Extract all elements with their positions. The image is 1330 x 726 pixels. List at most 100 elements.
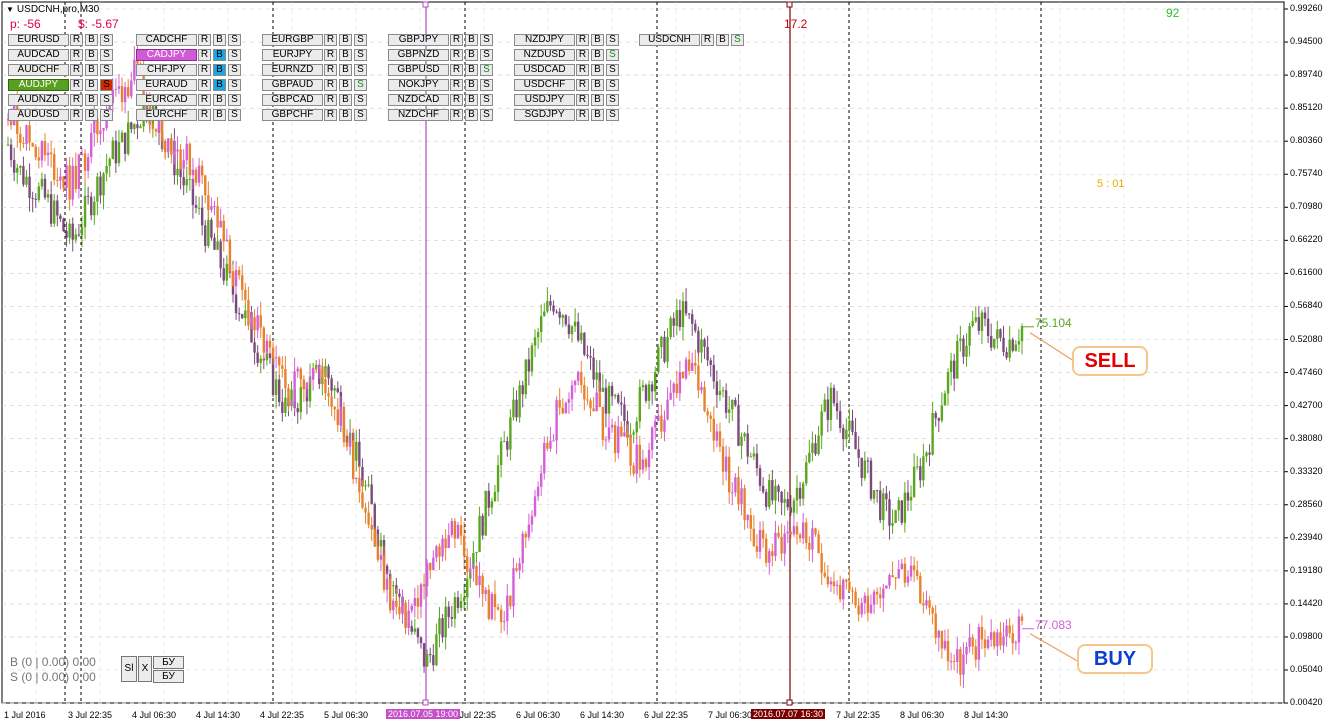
eurgbp-s-button[interactable]: S (354, 34, 367, 46)
audcad-b-button[interactable]: B (85, 49, 98, 61)
symbol-button-nzdchf[interactable]: NZDCHF (388, 109, 449, 121)
audcad-s-button[interactable]: S (100, 49, 113, 61)
audjpy-r-button[interactable]: R (70, 79, 83, 91)
cadjpy-s-button[interactable]: S (228, 49, 241, 61)
audusd-r-button[interactable]: R (70, 109, 83, 121)
eurnzd-b-button[interactable]: B (339, 64, 352, 76)
cadchf-s-button[interactable]: S (228, 34, 241, 46)
nzdchf-r-button[interactable]: R (450, 109, 463, 121)
eurcad-b-button[interactable]: B (213, 94, 226, 106)
gbpjpy-s-button[interactable]: S (480, 34, 493, 46)
sl-button[interactable]: Sl (121, 656, 137, 682)
symbol-button-usdchf[interactable]: USDCHF (514, 79, 575, 91)
gbpnzd-s-button[interactable]: S (480, 49, 493, 61)
symbol-button-eurjpy[interactable]: EURJPY (262, 49, 323, 61)
collapse-triangle-icon[interactable]: ▼ (6, 5, 14, 14)
usdchf-r-button[interactable]: R (576, 79, 589, 91)
symbol-button-audcad[interactable]: AUDCAD (8, 49, 69, 61)
gbpaud-r-button[interactable]: R (324, 79, 337, 91)
cadchf-r-button[interactable]: R (198, 34, 211, 46)
nzdcad-r-button[interactable]: R (450, 94, 463, 106)
symbol-button-cadchf[interactable]: CADCHF (136, 34, 197, 46)
cadjpy-r-button[interactable]: R (198, 49, 211, 61)
breakeven-sell-button[interactable]: БУ (153, 670, 184, 683)
nokjpy-s-button[interactable]: S (480, 79, 493, 91)
gbpjpy-b-button[interactable]: B (465, 34, 478, 46)
gbpnzd-r-button[interactable]: R (450, 49, 463, 61)
symbol-button-gbpusd[interactable]: GBPUSD (388, 64, 449, 76)
usdjpy-s-button[interactable]: S (606, 94, 619, 106)
audjpy-b-button[interactable]: B (85, 79, 98, 91)
gbpcad-r-button[interactable]: R (324, 94, 337, 106)
symbol-button-nokjpy[interactable]: NOKJPY (388, 79, 449, 91)
breakeven-buy-button[interactable]: БУ (153, 656, 184, 669)
symbol-button-eurchf[interactable]: EURCHF (136, 109, 197, 121)
eurgbp-b-button[interactable]: B (339, 34, 352, 46)
audnzd-b-button[interactable]: B (85, 94, 98, 106)
nokjpy-b-button[interactable]: B (465, 79, 478, 91)
symbol-button-nzdusd[interactable]: NZDUSD (514, 49, 575, 61)
symbol-button-nzdjpy[interactable]: NZDJPY (514, 34, 575, 46)
nzdusd-b-button[interactable]: B (591, 49, 604, 61)
symbol-button-gbpcad[interactable]: GBPCAD (262, 94, 323, 106)
audchf-r-button[interactable]: R (70, 64, 83, 76)
symbol-button-audusd[interactable]: AUDUSD (8, 109, 69, 121)
cadchf-b-button[interactable]: B (213, 34, 226, 46)
sgdjpy-b-button[interactable]: B (591, 109, 604, 121)
audnzd-s-button[interactable]: S (100, 94, 113, 106)
symbol-button-gbpjpy[interactable]: GBPJPY (388, 34, 449, 46)
gbpchf-b-button[interactable]: B (339, 109, 352, 121)
eurchf-s-button[interactable]: S (228, 109, 241, 121)
eurgbp-r-button[interactable]: R (324, 34, 337, 46)
usdcad-b-button[interactable]: B (591, 64, 604, 76)
symbol-button-nzdcad[interactable]: NZDCAD (388, 94, 449, 106)
symbol-button-gbpaud[interactable]: GBPAUD (262, 79, 323, 91)
nzdcad-s-button[interactable]: S (480, 94, 493, 106)
symbol-button-gbpnzd[interactable]: GBPNZD (388, 49, 449, 61)
symbol-button-audchf[interactable]: AUDCHF (8, 64, 69, 76)
eurnzd-r-button[interactable]: R (324, 64, 337, 76)
gbpusd-b-button[interactable]: B (465, 64, 478, 76)
symbol-button-eurusd[interactable]: EURUSD (8, 34, 69, 46)
nzdusd-s-button[interactable]: S (606, 49, 619, 61)
eurchf-b-button[interactable]: B (213, 109, 226, 121)
audusd-s-button[interactable]: S (100, 109, 113, 121)
close-x-button[interactable]: X (138, 656, 152, 682)
usdjpy-b-button[interactable]: B (591, 94, 604, 106)
usdchf-b-button[interactable]: B (591, 79, 604, 91)
nzdjpy-b-button[interactable]: B (591, 34, 604, 46)
symbol-button-eurcad[interactable]: EURCAD (136, 94, 197, 106)
nzdchf-s-button[interactable]: S (480, 109, 493, 121)
symbol-button-eurnzd[interactable]: EURNZD (262, 64, 323, 76)
nzdjpy-s-button[interactable]: S (606, 34, 619, 46)
gbpjpy-r-button[interactable]: R (450, 34, 463, 46)
eurjpy-s-button[interactable]: S (354, 49, 367, 61)
gbpnzd-b-button[interactable]: B (465, 49, 478, 61)
audnzd-r-button[interactable]: R (70, 94, 83, 106)
nzdjpy-r-button[interactable]: R (576, 34, 589, 46)
symbol-button-chfjpy[interactable]: CHFJPY (136, 64, 197, 76)
gbpaud-s-button[interactable]: S (354, 79, 367, 91)
symbol-button-cadjpy[interactable]: CADJPY (136, 49, 197, 61)
gbpcad-s-button[interactable]: S (354, 94, 367, 106)
audcad-r-button[interactable]: R (70, 49, 83, 61)
usdchf-s-button[interactable]: S (606, 79, 619, 91)
euraud-b-button[interactable]: B (213, 79, 226, 91)
usdcad-r-button[interactable]: R (576, 64, 589, 76)
symbol-button-audjpy[interactable]: AUDJPY (8, 79, 69, 91)
eurusd-b-button[interactable]: B (85, 34, 98, 46)
chfjpy-b-button[interactable]: B (213, 64, 226, 76)
usdcnh-r-button[interactable]: R (701, 34, 714, 46)
sgdjpy-r-button[interactable]: R (576, 109, 589, 121)
gbpchf-r-button[interactable]: R (324, 109, 337, 121)
symbol-button-usdcad[interactable]: USDCAD (514, 64, 575, 76)
usdcnh-b-button[interactable]: B (716, 34, 729, 46)
euraud-r-button[interactable]: R (198, 79, 211, 91)
eurusd-s-button[interactable]: S (100, 34, 113, 46)
symbol-button-eurgbp[interactable]: EURGBP (262, 34, 323, 46)
euraud-s-button[interactable]: S (228, 79, 241, 91)
nzdchf-b-button[interactable]: B (465, 109, 478, 121)
eurnzd-s-button[interactable]: S (354, 64, 367, 76)
usdcnh-s-button[interactable]: S (731, 34, 744, 46)
symbol-button-audnzd[interactable]: AUDNZD (8, 94, 69, 106)
